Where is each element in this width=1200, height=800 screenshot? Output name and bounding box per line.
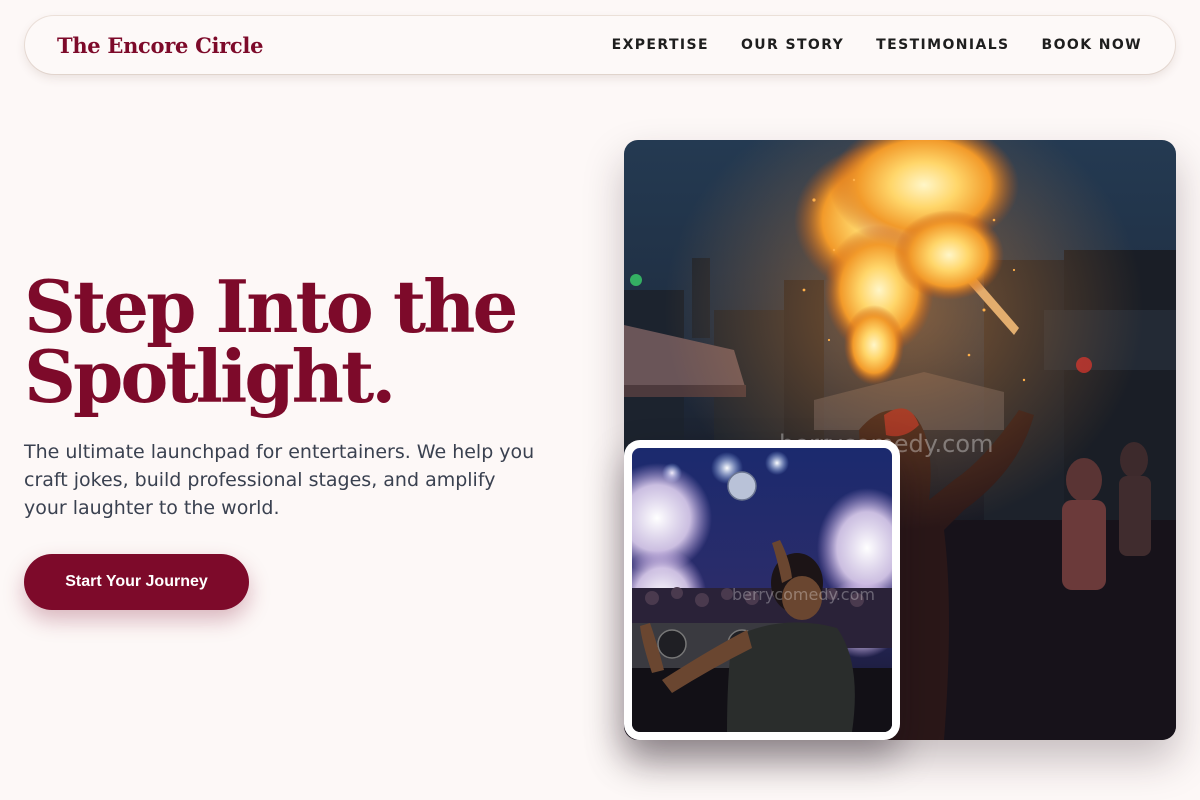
nav-link-expertise[interactable]: EXPERTISE <box>612 37 709 53</box>
top-navbar: The Encore Circle EXPERTISE OUR STORY TE… <box>25 16 1175 74</box>
brand-logo[interactable]: The Encore Circle <box>57 33 263 58</box>
nav-links: EXPERTISE OUR STORY TESTIMONIALS BOOK NO… <box>612 37 1142 53</box>
start-journey-button[interactable]: Start Your Journey <box>24 554 249 610</box>
inset-photo-watermark: berrycomedy.com <box>732 585 875 604</box>
hero-title-line-2: Spotlight. <box>24 334 396 419</box>
nav-link-testimonials[interactable]: TESTIMONIALS <box>876 37 1009 53</box>
nav-link-book-now[interactable]: BOOK NOW <box>1042 37 1142 53</box>
dj-crowd-photo: berrycomedy.com <box>632 448 892 732</box>
nav-link-our-story[interactable]: OUR STORY <box>741 37 844 53</box>
hero-subtitle: The ultimate launchpad for entertainers.… <box>24 441 535 519</box>
inset-photo-frame: berrycomedy.com <box>624 440 900 740</box>
hero-title: Step Into the Spotlight. <box>24 271 584 413</box>
